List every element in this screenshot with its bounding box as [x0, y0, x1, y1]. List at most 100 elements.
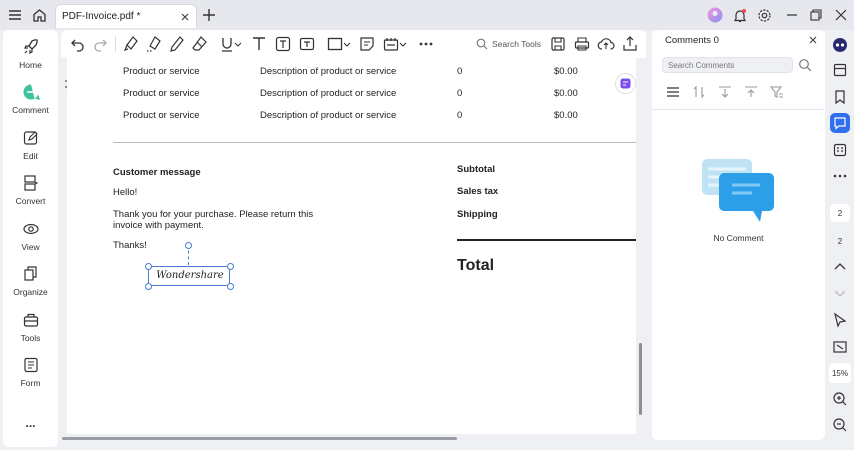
resize-handle[interactable]: [227, 283, 234, 290]
notification-bell-icon[interactable]: [727, 2, 753, 28]
closing-text: Thanks!: [113, 240, 147, 251]
horizontal-scrollbar[interactable]: [62, 437, 457, 440]
pencil-icon[interactable]: [168, 35, 186, 53]
right-rail: 2 2 15%: [826, 30, 854, 447]
annotation-toolbar: Search Tools: [61, 30, 646, 58]
sort-icon[interactable]: [692, 85, 706, 99]
page-number-input[interactable]: 2: [830, 204, 850, 222]
select-tool-button[interactable]: [830, 310, 850, 330]
area-highlight-icon[interactable]: [145, 35, 163, 53]
share-icon[interactable]: [621, 35, 639, 53]
previous-page-button[interactable]: [830, 257, 850, 277]
eraser-icon[interactable]: [191, 35, 209, 53]
row-qty: 0: [457, 66, 463, 77]
text-callout-icon[interactable]: [298, 35, 316, 53]
restore-icon[interactable]: [803, 2, 829, 28]
sidebar-item-tools[interactable]: Tools: [3, 308, 58, 350]
sidebar-item-edit[interactable]: Edit: [3, 126, 58, 168]
search-tools-button[interactable]: Search Tools: [476, 36, 541, 52]
sidebar-item-label: Organize: [13, 287, 48, 297]
sidebar-item-organize[interactable]: Organize: [3, 262, 58, 304]
minimize-icon[interactable]: [779, 2, 805, 28]
menu-icon[interactable]: [2, 2, 28, 28]
highlighter-icon[interactable]: [122, 35, 140, 53]
rocket-icon: [22, 38, 40, 56]
row-amount: $0.00: [554, 88, 578, 99]
cloud-upload-icon[interactable]: [597, 35, 615, 53]
undo-icon[interactable]: [69, 35, 87, 53]
close-panel-icon[interactable]: [806, 33, 820, 47]
signature-annotation[interactable]: Wondershare: [148, 266, 230, 286]
resize-handle[interactable]: [227, 263, 234, 270]
list-view-icon[interactable]: [666, 85, 680, 99]
page-total: 2: [830, 231, 850, 251]
shipping-label: Shipping: [457, 209, 498, 220]
zoom-level: 15%: [831, 368, 848, 378]
sticky-note-icon[interactable]: [358, 35, 376, 53]
customer-message-label: Customer message: [113, 167, 201, 178]
title-bar: PDF-Invoice.pdf *: [0, 0, 854, 30]
zoom-level-display[interactable]: 15%: [829, 363, 851, 383]
more-options-icon[interactable]: [830, 166, 850, 186]
home-icon[interactable]: [26, 2, 52, 28]
vertical-scrollbar[interactable]: [639, 343, 642, 415]
total-label: Total: [457, 257, 495, 274]
row-description: Description of product or service: [260, 88, 397, 99]
print-icon[interactable]: [573, 35, 591, 53]
close-window-icon[interactable]: [828, 2, 854, 28]
tools-icon: [22, 311, 40, 329]
sidebar-more-button[interactable]: ...: [3, 416, 58, 430]
resize-handle[interactable]: [145, 283, 152, 290]
chevron-down-icon[interactable]: [342, 35, 352, 53]
filter-icon[interactable]: [770, 85, 784, 99]
redo-icon[interactable]: [91, 35, 109, 53]
collapse-all-icon[interactable]: [718, 85, 732, 99]
tab-title: PDF-Invoice.pdf *: [62, 11, 141, 22]
document-tab[interactable]: PDF-Invoice.pdf *: [55, 4, 197, 28]
zoom-out-button[interactable]: [830, 415, 850, 435]
fit-page-button[interactable]: [830, 337, 850, 357]
search-icon[interactable]: [798, 58, 812, 72]
search-comments-input[interactable]: [662, 57, 793, 73]
gear-icon[interactable]: [751, 2, 777, 28]
attachments-icon[interactable]: [830, 140, 850, 160]
avatar[interactable]: [702, 2, 728, 28]
chevron-down-icon[interactable]: [398, 35, 408, 53]
sidebar-item-convert[interactable]: Convert: [3, 171, 58, 213]
next-page-button[interactable]: [830, 283, 850, 303]
more-options-icon[interactable]: [417, 35, 435, 53]
new-tab-icon[interactable]: [196, 2, 222, 28]
row-amount: $0.00: [554, 110, 578, 121]
save-icon[interactable]: [549, 35, 567, 53]
sidebar-item-label: View: [21, 242, 40, 252]
ai-robot-icon[interactable]: [830, 35, 850, 55]
close-tab-icon[interactable]: [178, 10, 192, 24]
zoom-in-button[interactable]: [830, 389, 850, 409]
row-item: Product or service: [123, 88, 200, 99]
chevron-down-icon: [833, 286, 847, 300]
search-icon: [476, 38, 488, 50]
row-amount: $0.00: [554, 66, 578, 77]
ai-assistant-icon[interactable]: [615, 73, 636, 94]
textbox-icon[interactable]: [274, 35, 292, 53]
sidebar-item-view[interactable]: View: [3, 217, 58, 259]
cursor-arrow-icon: [832, 312, 848, 328]
current-page: 2: [837, 208, 843, 218]
sidebar-item-comment[interactable]: Comment: [3, 80, 58, 122]
sidebar-item-form[interactable]: Form: [3, 353, 58, 395]
expand-all-icon[interactable]: [744, 85, 758, 99]
comment-icon: [833, 116, 847, 130]
resize-handle[interactable]: [145, 263, 152, 270]
organize-icon: [22, 265, 40, 283]
total-divider: [457, 239, 636, 241]
thank-you-text: invoice with payment.: [113, 220, 204, 231]
bookmark-icon[interactable]: [830, 87, 850, 107]
sidebar-item-home[interactable]: Home: [3, 35, 58, 77]
row-description: Description of product or service: [260, 110, 397, 121]
thumbnails-icon[interactable]: [830, 60, 850, 80]
text-icon[interactable]: [250, 35, 268, 53]
rotate-handle[interactable]: [185, 242, 192, 249]
sidebar-item-label: Convert: [15, 196, 46, 206]
comments-panel-toggle[interactable]: [830, 113, 850, 133]
chevron-down-icon[interactable]: [233, 35, 243, 53]
